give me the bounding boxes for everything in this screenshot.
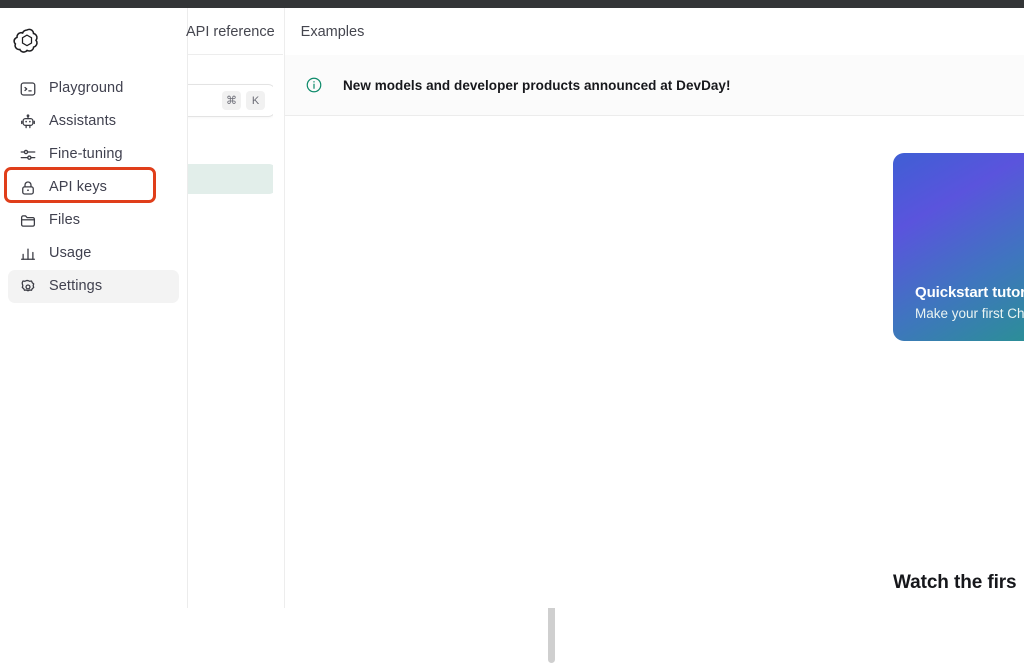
secondary-panel: ⌘ K bbox=[188, 8, 283, 608]
sidebar-item-api-keys[interactable]: API keys bbox=[8, 171, 179, 204]
assistants-robot-icon bbox=[18, 112, 37, 131]
search-input[interactable]: ⌘ K bbox=[188, 84, 276, 117]
nav-link-api-reference[interactable]: API reference bbox=[186, 24, 275, 40]
folder-icon bbox=[18, 211, 37, 230]
quickstart-card-title: Quickstart tutori bbox=[915, 284, 1024, 301]
shortcut-key-cmd: ⌘ bbox=[222, 91, 241, 110]
quickstart-card-body: Quickstart tutori Make your first Cha bbox=[915, 284, 1024, 321]
gear-icon bbox=[18, 277, 37, 296]
bar-chart-icon bbox=[18, 244, 37, 263]
top-navigation: API reference Examples bbox=[188, 8, 1024, 55]
sidebar-item-label: Fine-tuning bbox=[49, 147, 123, 162]
sidebar-nav: Playground Assistants bbox=[0, 72, 187, 303]
info-circle-icon bbox=[305, 76, 323, 94]
shortcut-key-k: K bbox=[246, 91, 265, 110]
sidebar-item-usage[interactable]: Usage bbox=[8, 237, 179, 270]
sidebar-item-label: Playground bbox=[49, 81, 123, 96]
announcement-banner[interactable]: New models and developer products announ… bbox=[285, 55, 1024, 116]
app-logo[interactable] bbox=[0, 18, 188, 64]
sidebar-item-files[interactable]: Files bbox=[8, 204, 179, 237]
list-item-selected[interactable] bbox=[188, 164, 276, 194]
sidebar-item-label: Assistants bbox=[49, 114, 116, 129]
sidebar-item-assistants[interactable]: Assistants bbox=[8, 105, 179, 138]
window-chrome-strip bbox=[0, 0, 1024, 8]
main-content: New models and developer products announ… bbox=[284, 8, 1024, 608]
announcement-banner-text: New models and developer products announ… bbox=[343, 78, 731, 93]
sidebar-item-fine-tuning[interactable]: Fine-tuning bbox=[8, 138, 179, 171]
quickstart-card-subtitle: Make your first Cha bbox=[915, 306, 1024, 321]
sidebar-item-settings[interactable]: Settings bbox=[8, 270, 179, 303]
sliders-icon bbox=[18, 145, 37, 164]
sidebar-item-label: API keys bbox=[49, 180, 107, 195]
sidebar-item-label: Files bbox=[49, 213, 80, 228]
sidebar-item-playground[interactable]: Playground bbox=[8, 72, 179, 105]
nav-link-examples[interactable]: Examples bbox=[301, 24, 365, 40]
quickstart-tutorial-card[interactable]: Quickstart tutori Make your first Cha bbox=[893, 153, 1024, 341]
sidebar-item-label: Settings bbox=[49, 279, 102, 294]
sidebar: Playground Assistants bbox=[0, 8, 188, 608]
playground-icon bbox=[18, 79, 37, 98]
lock-icon bbox=[18, 178, 37, 197]
section-heading-watch: Watch the firs bbox=[893, 572, 1017, 594]
panel-scrollbar-track[interactable] bbox=[273, 58, 284, 608]
sidebar-item-label: Usage bbox=[49, 246, 91, 261]
openai-logo-icon bbox=[12, 26, 42, 56]
